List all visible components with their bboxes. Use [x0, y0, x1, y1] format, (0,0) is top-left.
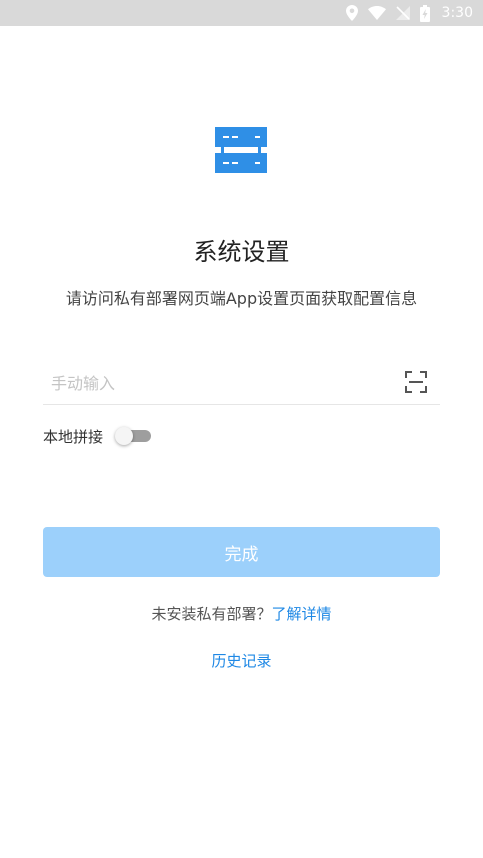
location-icon — [345, 5, 358, 21]
learn-more-link[interactable]: 了解详情 — [272, 605, 332, 623]
local-splice-toggle[interactable] — [115, 427, 152, 445]
wifi-icon — [367, 6, 386, 20]
not-installed-hint: 未安装私有部署？了解详情 — [0, 603, 483, 624]
manual-input-row — [43, 362, 440, 405]
status-bar: 3:30 — [0, 0, 483, 26]
status-time: 3:30 — [441, 5, 473, 21]
history-link[interactable]: 历史记录 — [0, 650, 483, 671]
scan-icon[interactable] — [405, 371, 427, 393]
done-button[interactable]: 完成 — [43, 527, 440, 577]
not-installed-text: 未安装私有部署？ — [151, 605, 272, 623]
server-icon — [215, 127, 267, 173]
page-subtitle: 请访问私有部署网页端App设置页面获取配置信息 — [65, 289, 418, 308]
no-signal-icon — [395, 6, 410, 20]
page-title: 系统设置 — [193, 238, 290, 266]
manual-input[interactable] — [51, 368, 391, 398]
local-splice-label: 本地拼接 — [43, 427, 104, 446]
toggle-thumb — [115, 427, 134, 445]
local-splice-row: 本地拼接 — [43, 424, 152, 448]
battery-charging-icon — [419, 4, 430, 22]
